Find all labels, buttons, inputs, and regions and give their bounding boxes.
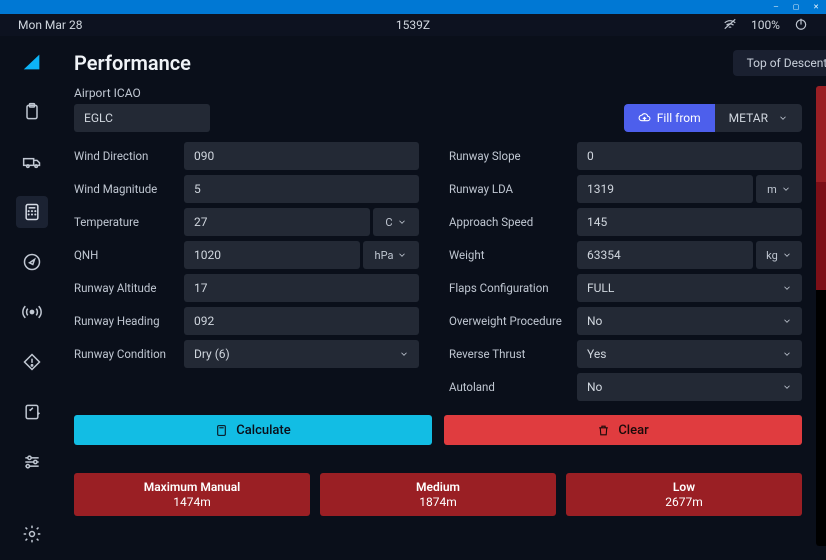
overweight-label: Overweight Procedure — [449, 314, 577, 328]
truck-icon[interactable] — [16, 146, 48, 178]
power-icon[interactable] — [794, 17, 808, 34]
rwy-cond-label: Runway Condition — [74, 347, 184, 361]
result-max: Maximum Manual1474m — [74, 473, 310, 516]
flaps-select[interactable]: FULL — [577, 274, 802, 302]
app-logo-icon — [16, 46, 48, 78]
clear-button[interactable]: Clear — [444, 415, 802, 445]
window-title-bar: — ▢ ✕ — [0, 0, 826, 14]
flaps-label: Flaps Configuration — [449, 281, 577, 295]
rwy-cond-select[interactable]: Dry (6) — [184, 340, 419, 368]
calculate-button[interactable]: Calculate — [74, 415, 432, 445]
checklist-icon[interactable] — [16, 396, 48, 428]
chevron-down-icon — [782, 316, 792, 326]
rwy-slope-label: Runway Slope — [449, 149, 577, 163]
gauge-low: LOW 2677m — [816, 86, 826, 182]
rwy-lda-unit-select[interactable]: m — [756, 175, 802, 203]
autoland-select[interactable]: No — [577, 373, 802, 401]
result-low: Low2677m — [566, 473, 802, 516]
temp-unit-select[interactable]: C — [373, 208, 419, 236]
status-utc: 1539Z — [281, 18, 544, 32]
app-spd-input[interactable] — [577, 208, 802, 236]
chevron-down-icon — [397, 217, 407, 227]
runway-number: 60 — [816, 323, 826, 348]
maximize-button[interactable]: ▢ — [792, 3, 800, 12]
tab-top-of-descent[interactable]: Top of Descent — [733, 50, 826, 76]
fill-from-button[interactable]: Fill from — [624, 104, 715, 132]
gauge-max: MAXMANUAL1474m — [816, 232, 826, 290]
reverse-select[interactable]: Yes — [577, 340, 802, 368]
autoland-label: Autoland — [449, 380, 577, 394]
clipboard-icon[interactable] — [16, 96, 48, 128]
status-bar: Mon Mar 28 1539Z 100% — [0, 14, 826, 36]
sidebar — [0, 36, 64, 560]
runway-graphic: 60 — [816, 290, 826, 546]
wind-dir-input[interactable] — [184, 142, 419, 170]
chevron-down-icon — [782, 349, 792, 359]
reverse-label: Reverse Thrust — [449, 347, 577, 361]
app-spd-label: Approach Speed — [449, 215, 577, 229]
gear-icon[interactable] — [16, 518, 48, 550]
result-med: Medium1874m — [320, 473, 556, 516]
weight-label: Weight — [449, 248, 577, 262]
page-title: Performance — [74, 51, 191, 75]
chevron-down-icon — [782, 283, 792, 293]
icao-label: Airport ICAO — [74, 86, 210, 100]
runway-gauge: LOW 2677m MEDIUM1874m MAXMANUAL1474m 60 — [816, 86, 826, 546]
warning-icon[interactable] — [16, 346, 48, 378]
sliders-icon[interactable] — [16, 446, 48, 478]
status-date: Mon Mar 28 — [18, 18, 281, 32]
rwy-alt-label: Runway Altitude — [74, 281, 184, 295]
wind-mag-input[interactable] — [184, 175, 419, 203]
rwy-hdg-input[interactable] — [184, 307, 419, 335]
chevron-down-icon — [397, 250, 407, 260]
rwy-lda-input[interactable] — [577, 175, 753, 203]
fill-from-source-select[interactable]: METAR — [715, 104, 802, 132]
weight-unit-select[interactable]: kg — [756, 241, 802, 269]
chevron-down-icon — [399, 349, 409, 359]
temp-label: Temperature — [74, 215, 184, 229]
weight-input[interactable] — [577, 241, 753, 269]
radio-icon[interactable] — [16, 296, 48, 328]
chevron-down-icon — [781, 184, 791, 194]
qnh-label: QNH — [74, 248, 184, 262]
rwy-hdg-label: Runway Heading — [74, 314, 184, 328]
chevron-down-icon — [778, 113, 788, 123]
chevron-down-icon — [782, 250, 792, 260]
battery-percent: 100% — [751, 18, 780, 32]
wifi-icon — [723, 17, 737, 34]
qnh-input[interactable] — [184, 241, 360, 269]
rwy-lda-label: Runway LDA — [449, 182, 577, 196]
wind-dir-label: Wind Direction — [74, 149, 184, 163]
overweight-select[interactable]: No — [577, 307, 802, 335]
minimize-button[interactable]: — — [772, 3, 780, 11]
rwy-slope-input[interactable] — [577, 142, 802, 170]
close-button[interactable]: ✕ — [812, 3, 820, 12]
tabs: Top of Descent Landing — [733, 50, 826, 76]
chevron-down-icon — [782, 382, 792, 392]
qnh-unit-select[interactable]: hPa — [363, 241, 419, 269]
icao-input[interactable] — [74, 104, 210, 132]
compass-icon[interactable] — [16, 246, 48, 278]
calculator-icon[interactable] — [16, 196, 48, 228]
gauge-medium: MEDIUM1874m — [816, 182, 826, 232]
temp-input[interactable] — [184, 208, 370, 236]
rwy-alt-input[interactable] — [184, 274, 419, 302]
wind-mag-label: Wind Magnitude — [74, 182, 184, 196]
